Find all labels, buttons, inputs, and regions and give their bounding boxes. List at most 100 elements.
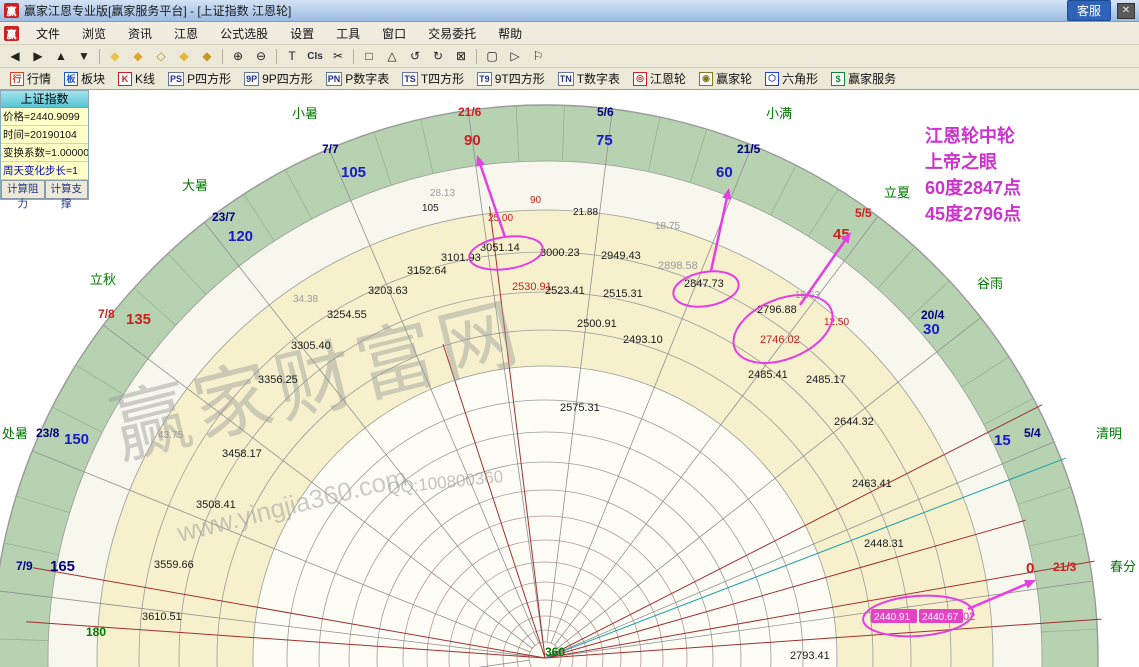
gann-wheel-svg: 赢家财富网www.yingjia360.comQQ:100800360小暑 21/… bbox=[0, 104, 1136, 667]
t-table-label: T数字表 bbox=[576, 72, 621, 86]
toolbar-main: ◀ ▶ ▲ ▼ ◆ ◆ ◇ ◆ ◆ ⊕ ⊖ T CIs ✂ □ △ ↺ ↻ ⊠ ▢ ▷ ⚐ bbox=[0, 45, 1139, 68]
wheel-label: 2793.41 bbox=[790, 650, 830, 662]
customer-service-button[interactable]: 客服 bbox=[1066, 0, 1111, 21]
toolbar-item-9t-square[interactable]: T9 9T四方形 bbox=[471, 68, 551, 89]
wheel-label: 3254.55 bbox=[327, 309, 367, 321]
p-table-label: P数字表 bbox=[345, 72, 390, 86]
rotate-right-icon[interactable]: ↻ bbox=[427, 47, 449, 66]
p-square-icon: PS bbox=[168, 71, 185, 86]
wheel-label: 2515.31 bbox=[603, 288, 643, 300]
toolbar-item-9p-square[interactable]: 9P 9P四方形 bbox=[238, 68, 319, 89]
menu-item-8[interactable]: 窗口 bbox=[371, 22, 417, 45]
menu-item-9[interactable]: 交易委托 bbox=[417, 22, 487, 45]
wheel-label: 43.75 bbox=[158, 430, 183, 441]
wheel-label: 21/6 bbox=[458, 105, 482, 119]
wheel-label: 5/6 bbox=[597, 105, 614, 119]
pointer-icon[interactable]: ▷ bbox=[504, 47, 526, 66]
panel-row-coefficient: 变换系数=1.00000 bbox=[1, 144, 88, 162]
toolbar-item-t-table[interactable]: TN T数字表 bbox=[552, 68, 626, 89]
winner-service-icon: $ bbox=[831, 71, 846, 86]
diamond-1-icon[interactable]: ◆ bbox=[104, 47, 126, 66]
wheel-label: 2949.43 bbox=[601, 250, 641, 262]
region-select-icon[interactable]: ⊠ bbox=[450, 47, 472, 66]
back-icon[interactable]: ◀ bbox=[4, 47, 26, 66]
wheel-label: 3101.93 bbox=[441, 252, 481, 264]
menu-item-10[interactable]: 帮助 bbox=[487, 22, 533, 45]
rect-shape-icon[interactable]: □ bbox=[358, 47, 380, 66]
panel-row-time: 时间=20190104 bbox=[1, 126, 88, 144]
panel-row-price: 价格=2440.9099 bbox=[1, 108, 88, 126]
wheel-label: 立秋 bbox=[90, 272, 116, 287]
winner-wheel-label: 赢家轮 bbox=[716, 72, 753, 86]
wheel-label: 7/7 bbox=[322, 142, 339, 156]
annotation-text: 60度2847点 bbox=[925, 177, 1021, 198]
flag-icon[interactable]: ⚐ bbox=[527, 47, 549, 66]
menu-item-7[interactable]: 工具 bbox=[325, 22, 371, 45]
calc-resistance-button[interactable]: 计算阻力 bbox=[1, 180, 45, 210]
menu-item-6[interactable]: 设置 bbox=[279, 22, 325, 45]
annotation-text: 上帝之眼 bbox=[925, 151, 997, 172]
app-window: 赢 赢家江恩专业版[赢家服务平台] - [上证指数 江恩轮] 客服 ✕ 赢 文件… bbox=[0, 0, 1139, 667]
toolbar-separator bbox=[353, 48, 354, 64]
toolbar-item-hexagon[interactable]: ⬡ 六角形 bbox=[759, 68, 824, 89]
wheel-label: 105 bbox=[341, 164, 366, 181]
toolbar-item-p-table[interactable]: PN P数字表 bbox=[320, 68, 396, 89]
triangle-shape-icon[interactable]: △ bbox=[381, 47, 403, 66]
wheel-label: 3152.64 bbox=[407, 265, 447, 277]
wheel-label: 12.50 bbox=[824, 317, 849, 328]
diamond-3-icon[interactable]: ◇ bbox=[150, 47, 172, 66]
wheel-label: 90 bbox=[464, 132, 481, 149]
wheel-label: 5/4 bbox=[1024, 426, 1041, 440]
menu-item-4[interactable]: 江恩 bbox=[163, 22, 209, 45]
tool-t-icon[interactable]: T bbox=[281, 47, 303, 66]
p-square-label: P四方形 bbox=[187, 72, 232, 86]
panel-title: 上证指数 bbox=[1, 91, 88, 108]
hexagon-icon: ⬡ bbox=[765, 71, 780, 86]
highlight-box-value: 2440.67 bbox=[922, 612, 959, 623]
dashed-rect-icon[interactable]: ▢ bbox=[481, 47, 503, 66]
close-icon[interactable]: ✕ bbox=[1117, 2, 1135, 19]
app-logo-icon: 赢 bbox=[4, 3, 19, 18]
wheel-label: 15 bbox=[994, 432, 1011, 449]
toolbar-separator bbox=[476, 48, 477, 64]
highlight-box-value: 2440.91 bbox=[874, 612, 911, 623]
down-icon[interactable]: ▼ bbox=[73, 47, 95, 66]
cut-icon[interactable]: ✂ bbox=[327, 47, 349, 66]
t-table-icon: TN bbox=[557, 71, 574, 86]
toolbar-item-kline[interactable]: K K线 bbox=[112, 68, 161, 89]
cls-icon[interactable]: CIs bbox=[304, 47, 326, 66]
zoom-in-icon[interactable]: ⊕ bbox=[227, 47, 249, 66]
wheel-label: 180 bbox=[86, 625, 106, 639]
calc-support-button[interactable]: 计算支撑 bbox=[44, 180, 88, 210]
9p-square-icon: 9P bbox=[244, 71, 260, 86]
forward-icon[interactable]: ▶ bbox=[27, 47, 49, 66]
wheel-label: 3000.23 bbox=[540, 247, 580, 259]
diamond-5-icon[interactable]: ◆ bbox=[196, 47, 218, 66]
wheel-label: 2493.10 bbox=[623, 334, 663, 346]
toolbar-item-quotes[interactable]: 行行情 bbox=[4, 68, 57, 89]
up-icon[interactable]: ▲ bbox=[50, 47, 72, 66]
diamond-4-icon[interactable]: ◆ bbox=[173, 47, 195, 66]
menu-item-3[interactable]: 资讯 bbox=[117, 22, 163, 45]
diamond-2-icon[interactable]: ◆ bbox=[127, 47, 149, 66]
toolbar-item-p-square[interactable]: PS P四方形 bbox=[162, 68, 237, 89]
wheel-label: 3559.66 bbox=[154, 559, 194, 571]
wheel-label: 大暑 bbox=[182, 178, 208, 193]
toolbar-item-gann-wheel[interactable]: ◎ 江恩轮 bbox=[627, 68, 692, 89]
9t-square-icon: T9 bbox=[477, 71, 492, 86]
menu-item-5[interactable]: 公式选股 bbox=[209, 22, 279, 45]
toolbar-item-sectors[interactable]: 板板块 bbox=[58, 68, 111, 89]
zoom-out-icon[interactable]: ⊖ bbox=[250, 47, 272, 66]
menu-items: 文件 浏览 资讯 江恩 公式选股 设置 工具 窗口 交易委托 帮助 bbox=[25, 22, 533, 45]
panel-row-step: 周天变化步长=1 bbox=[1, 162, 88, 180]
menubar: 赢 文件 浏览 资讯 江恩 公式选股 设置 工具 窗口 交易委托 帮助 bbox=[0, 22, 1139, 45]
rotate-left-icon[interactable]: ↺ bbox=[404, 47, 426, 66]
menu-item-2[interactable]: 浏览 bbox=[71, 22, 117, 45]
toolbar-item-t-square[interactable]: TS T四方形 bbox=[396, 68, 470, 89]
toolbar-item-winner-service[interactable]: $ 赢家服务 bbox=[825, 68, 902, 89]
menu-item-1[interactable]: 文件 bbox=[25, 22, 71, 45]
wheel-label: 3508.41 bbox=[196, 499, 236, 511]
wheel-label: 135 bbox=[126, 311, 151, 328]
kline-icon: K bbox=[118, 71, 133, 86]
toolbar-item-winner-wheel[interactable]: ◉ 赢家轮 bbox=[693, 68, 758, 89]
